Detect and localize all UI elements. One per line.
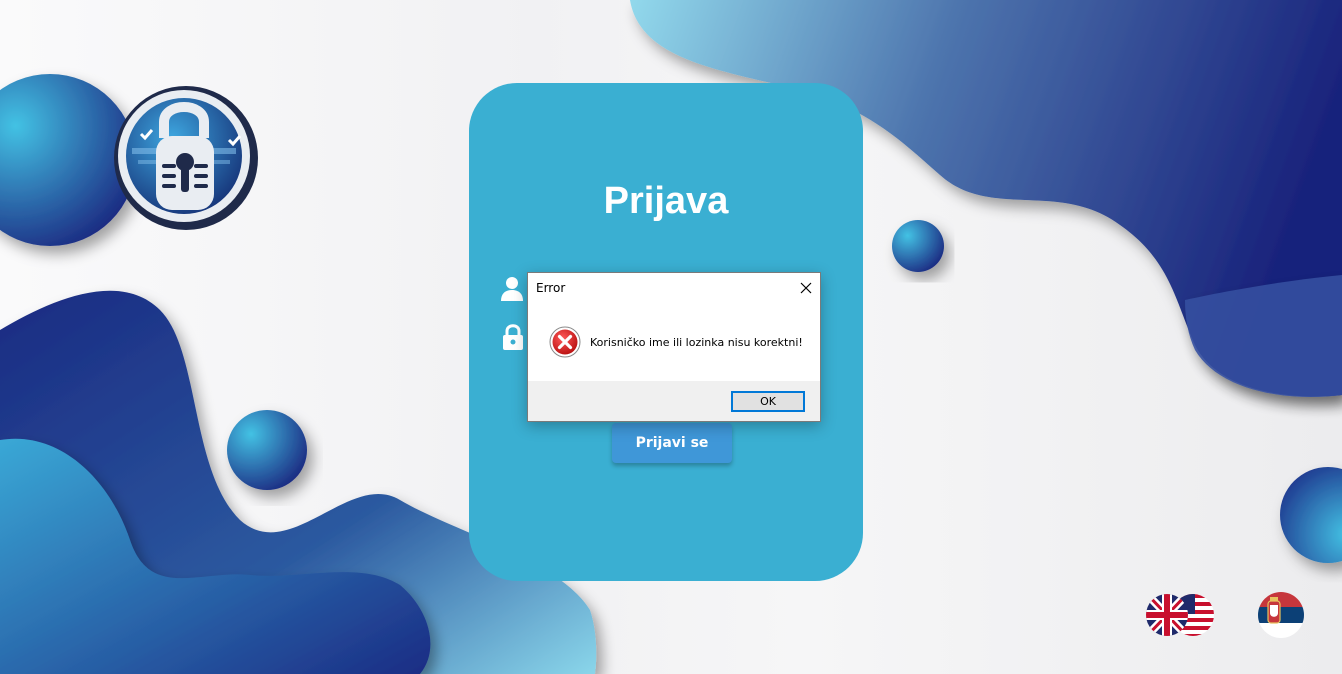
lock-icon [503,324,523,350]
error-dialog: Error Korisničko ime ili lozinka nisu ko… [527,272,821,422]
user-icon [501,277,523,301]
error-circle-icon [549,326,581,358]
ok-button[interactable]: OK [731,391,805,412]
serbia-flag-icon[interactable] [1256,591,1306,639]
close-icon [800,282,812,294]
dialog-message: Korisničko ime ili lozinka nisu korektni… [590,336,803,349]
login-button[interactable]: Prijavi se [612,423,732,463]
dialog-footer: OK [528,381,820,421]
dialog-title: Error [536,281,566,295]
login-title: Prijava [603,180,729,222]
uk-us-flag-icon[interactable] [1145,592,1215,638]
padlock-logo [114,86,258,230]
close-button[interactable] [792,275,820,301]
